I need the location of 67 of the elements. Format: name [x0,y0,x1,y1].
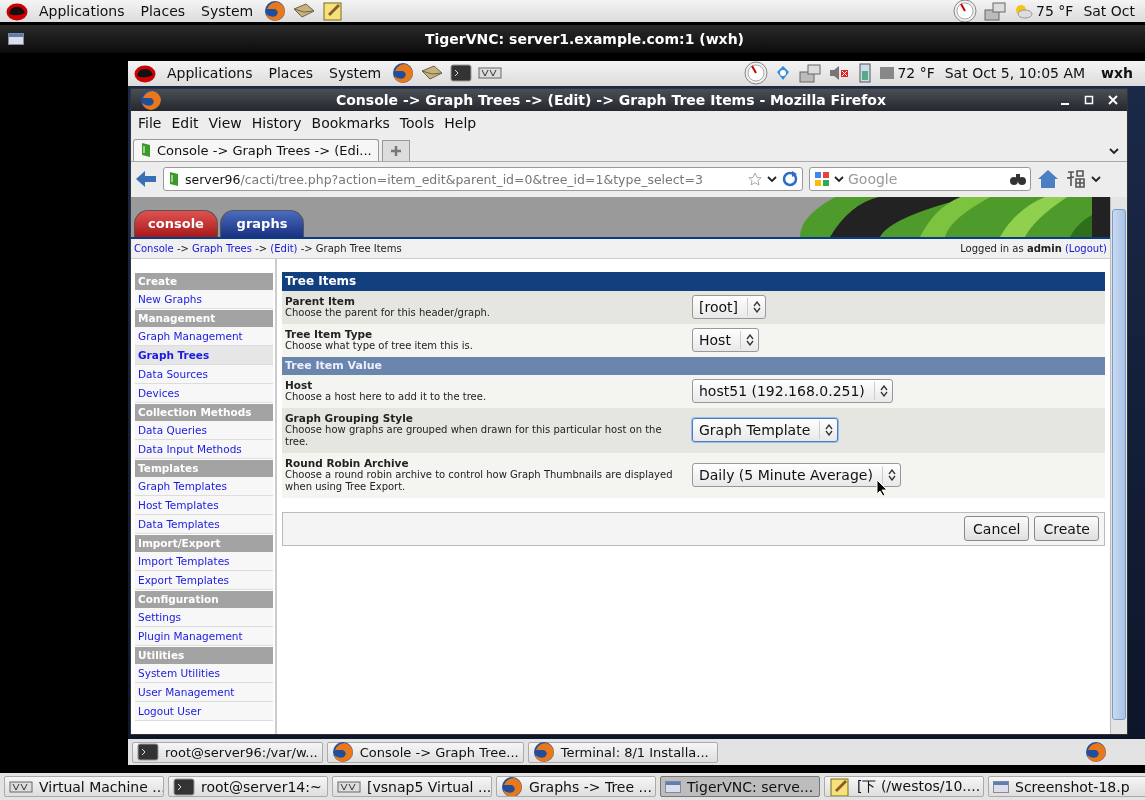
clock[interactable]: Sat Oct 5, 10:05 AM [940,65,1090,81]
sidebar-section-header: Templates [135,459,273,477]
field-label: Host [285,378,314,391]
address-bar[interactable]: server96/cacti/tree.php?action=item_edit&parent_id=0&tree_id=1&type_select=3 [163,167,803,191]
panel-menu[interactable]: Places [135,2,191,19]
sidebar-section-header: Utilities [135,646,273,664]
taskbar-button[interactable]: Graphs -> Tree ... [496,776,656,798]
breadcrumb-separator: -> [299,242,314,254]
breadcrumb-link[interactable]: Graph Trees [192,242,252,254]
taskbar-button[interactable]: Terminal: 8/1 Installa... [527,741,718,763]
menu-item[interactable]: History [246,115,307,131]
menu-item[interactable]: Edit [166,115,204,131]
sidebar-section-header: Management [135,309,273,327]
breadcrumb-current: Graph Tree Items [315,242,402,254]
field-description: Choose a round robin archive to control how Graph Thumbnails are displayed when using Tree Export. [285,468,674,493]
breadcrumb-separator: -> [175,242,190,254]
field-description: Choose how graphs are grouped when drawn for this particular host on the tree. [285,423,663,448]
sidebar-section-header: Import/Export [135,534,273,552]
field-label: Parent Item [285,294,356,307]
breadcrumb-separator: -> [254,242,269,254]
taskbar-button[interactable]: root@server14:~ [168,776,328,798]
nav-tab[interactable]: console [134,209,218,237]
menu-item[interactable]: File [133,115,167,131]
nav-tab[interactable]: graphs [220,209,304,237]
taskbar-button[interactable]: TigerVNC: serve... [660,776,820,798]
weather-reading: 72 °F [897,65,935,81]
sidebar-section-header: Create [135,272,273,290]
breadcrumb-link[interactable]: Console [134,242,174,254]
field-description: Choose the parent for this header/graph. [285,306,492,319]
sidebar-section-header: Configuration [135,590,273,608]
taskbar-button[interactable]: Screenshot-18.p [988,776,1145,798]
weather-reading: 75 °F [1036,2,1074,19]
form-button[interactable]: Create [1034,516,1099,541]
taskbar-button[interactable]: Console -> Graph Tree... [326,741,524,763]
menu-item[interactable]: Tools [394,115,440,131]
window-title: TigerVNC: server1.example.com:1 (wxh) [424,30,745,47]
menu-item[interactable]: Help [439,115,482,131]
taskbar-button[interactable]: root@server96:/var/w... [132,741,323,763]
form-header: Tree Items [282,271,1105,291]
menu-item[interactable]: Bookmarks [306,115,395,131]
panel-menu[interactable]: System [324,65,387,81]
login-status: Logged in as admin [960,242,1063,254]
clock[interactable]: Sat Oct [1079,2,1139,19]
form-button[interactable]: Cancel [964,516,1030,541]
window-title: Console -> Graph Trees -> (Edit) -> Graph Tree Items - Mozilla Firefox [334,91,888,108]
user-name[interactable]: wxh [1095,65,1139,81]
field-description: Choose a host here to add it to the tree. [285,390,488,403]
dropdown[interactable]: Host [692,327,759,352]
dropdown[interactable]: Graph Template [692,417,839,442]
field-description: Choose what type of tree item this is. [285,339,474,352]
dropdown[interactable]: Daily (5 Minute Average) [692,462,901,487]
breadcrumb-link[interactable]: (Edit) [270,242,298,254]
panel-menu[interactable]: Applications [162,65,258,81]
sidebar-section-header: Collection Methods [135,403,273,421]
taskbar-button[interactable]: [vsnap5 Virtual ... [332,776,492,798]
dropdown[interactable]: [root] [692,294,766,319]
field-label: Round Robin Archive [285,456,410,469]
panel-menu[interactable]: Places [263,65,319,81]
panel-menu[interactable]: System [196,2,259,19]
browser-tab[interactable]: Console -> Graph Trees -> (Edi... [133,138,379,161]
panel-menu[interactable]: Applications [34,2,130,19]
field-label: Tree Item Type [285,327,374,340]
field-label: Graph Grouping Style [285,411,414,424]
menu-item[interactable]: View [203,115,247,131]
taskbar-button[interactable]: [下 (/westos/10.... [824,776,984,798]
dropdown[interactable]: host51 (192.168.0.251) [692,378,893,403]
logout-link[interactable]: (Logout) [1064,242,1107,254]
